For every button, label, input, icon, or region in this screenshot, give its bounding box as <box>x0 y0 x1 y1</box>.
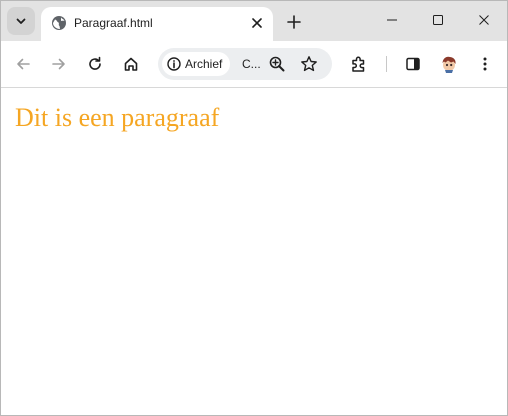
site-chip-label: Archief <box>185 57 223 71</box>
avatar <box>442 56 456 73</box>
home-button[interactable] <box>119 52 143 76</box>
toolbar-divider <box>386 56 387 72</box>
tab-active[interactable]: Paragraaf.html <box>41 7 273 41</box>
home-icon <box>124 57 138 71</box>
minimize-button[interactable] <box>369 1 415 39</box>
side-panel-button[interactable] <box>401 52 425 76</box>
back-button[interactable] <box>11 52 35 76</box>
site-info-chip[interactable]: Archief <box>162 52 231 76</box>
minimize-icon <box>387 19 397 21</box>
globe-icon <box>52 16 66 30</box>
more-vert-icon <box>483 57 487 71</box>
close-icon <box>252 18 262 28</box>
zoom-icon[interactable] <box>268 55 286 73</box>
toolbar: Archief C... <box>1 41 507 88</box>
new-tab-button[interactable] <box>283 11 305 33</box>
forward-arrow-icon <box>52 58 65 70</box>
url-text[interactable]: C... <box>242 57 261 71</box>
maximize-icon <box>433 15 443 25</box>
info-icon <box>167 57 181 71</box>
forward-button[interactable] <box>47 52 71 76</box>
tab-search-button[interactable] <box>7 7 35 35</box>
reload-icon <box>89 56 101 70</box>
chevron-down-icon <box>16 18 26 24</box>
address-bar[interactable]: Archief C... <box>158 48 332 80</box>
tab-title: Paragraaf.html <box>74 16 153 30</box>
reload-button[interactable] <box>83 52 107 76</box>
maximize-button[interactable] <box>415 1 461 39</box>
extensions-button[interactable] <box>347 52 371 76</box>
star-icon[interactable] <box>300 55 318 73</box>
back-arrow-icon <box>17 58 30 70</box>
side-panel-icon <box>406 57 420 71</box>
tab-close-button[interactable] <box>249 15 265 31</box>
browser-window: Paragraaf.html Archief C... Dit is een p… <box>0 0 508 416</box>
menu-button[interactable] <box>473 52 497 76</box>
extensions-icon <box>352 56 365 72</box>
plus-icon <box>287 15 301 29</box>
close-icon <box>479 15 489 25</box>
profile-button[interactable] <box>437 52 461 76</box>
close-window-button[interactable] <box>461 1 507 39</box>
page-content: Dit is een paragraaf <box>1 88 507 415</box>
paragraph: Dit is een paragraaf <box>15 103 220 132</box>
tab-strip: Paragraaf.html <box>1 1 507 41</box>
